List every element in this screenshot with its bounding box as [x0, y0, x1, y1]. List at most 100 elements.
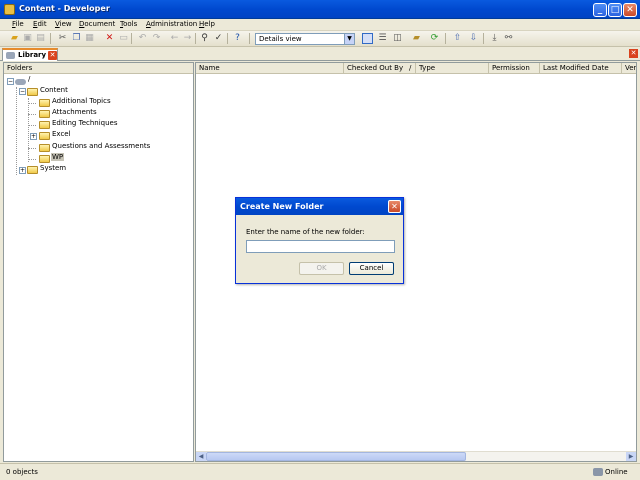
menu-administration[interactable]: Administration — [146, 20, 197, 28]
dialog-titlebar: Create New Folder ✕ — [236, 198, 403, 215]
find-icon[interactable]: ⚲ — [199, 33, 210, 44]
scroll-left-icon[interactable]: ◀ — [196, 452, 206, 461]
app-icon — [4, 4, 15, 15]
scroll-thumb[interactable] — [206, 452, 466, 461]
collapse-content-icon[interactable]: − — [19, 88, 26, 95]
tree-line — [28, 125, 36, 126]
folder-icon — [39, 144, 50, 152]
scroll-right-icon[interactable]: ▶ — [626, 452, 636, 461]
tree-line — [28, 148, 36, 149]
folder-icon — [39, 110, 50, 118]
connection-status: Online — [605, 468, 628, 476]
column-header-sort-indicator[interactable]: / — [407, 63, 416, 74]
tree-line — [28, 114, 36, 115]
help-icon[interactable]: ? — [232, 33, 243, 44]
toolbar-separator — [195, 33, 196, 44]
tree-item-system[interactable]: System — [40, 164, 66, 172]
folder-open-icon — [39, 155, 50, 163]
tree-root-label[interactable]: / — [28, 75, 30, 83]
list-view-icon[interactable]: ☰ — [377, 33, 388, 44]
window-title: Content - Developer — [19, 4, 110, 13]
toolbar-separator — [50, 33, 51, 44]
folder-icon — [39, 132, 50, 140]
folder-icon — [27, 166, 38, 174]
tree-line — [16, 87, 17, 175]
folders-pane: Folders − / − Content Additional Topics … — [3, 62, 194, 462]
details-view-icon[interactable] — [362, 33, 373, 44]
cut-icon[interactable]: ✂ — [57, 33, 68, 44]
column-header-name[interactable]: Name — [196, 63, 344, 74]
document-tab-strip: Library ✕ — [0, 47, 640, 61]
folder-name-input[interactable] — [246, 240, 395, 253]
forward-icon[interactable]: → — [182, 33, 193, 44]
menu-tools[interactable]: Tools — [120, 20, 137, 28]
repository-icon — [15, 79, 26, 85]
expand-system-icon[interactable]: + — [19, 167, 26, 174]
tree-line — [28, 159, 36, 160]
minimize-button[interactable]: _ — [593, 3, 607, 17]
split-view-icon[interactable]: ◫ — [392, 33, 403, 44]
close-tab-icon[interactable]: ✕ — [48, 51, 57, 60]
column-header-type[interactable]: Type — [416, 63, 489, 74]
menu-help[interactable]: Help — [199, 20, 215, 28]
ok-button[interactable]: OK — [299, 262, 344, 275]
view-mode-select[interactable]: Details view ▼ — [255, 33, 355, 45]
print-icon[interactable]: ▤ — [35, 33, 46, 44]
tree-item-attachments[interactable]: Attachments — [52, 108, 97, 116]
maximize-button[interactable]: □ — [608, 3, 622, 17]
toolbar-separator — [131, 33, 132, 44]
horizontal-scrollbar[interactable]: ◀ ▶ — [196, 451, 636, 461]
toolbar-separator — [249, 33, 250, 44]
close-pane-icon[interactable]: ✕ — [629, 49, 638, 58]
menu-edit[interactable]: Edit — [33, 20, 47, 28]
menu-bar: File Edit View Document Tools Administra… — [0, 19, 640, 31]
chevron-down-icon[interactable]: ▼ — [344, 34, 354, 44]
tree-item-editing-techniques[interactable]: Editing Techniques — [52, 119, 118, 127]
cancel-button[interactable]: Cancel — [349, 262, 394, 275]
link-icon[interactable]: ⚯ — [503, 33, 514, 44]
dialog-close-button[interactable]: ✕ — [388, 200, 401, 213]
library-icon — [6, 52, 15, 59]
spellcheck-icon[interactable]: ✓ — [213, 33, 224, 44]
tree-line — [28, 98, 29, 162]
paste-icon[interactable]: ▦ — [84, 33, 95, 44]
window-titlebar: Content - Developer _ □ ✕ — [0, 0, 640, 19]
save-icon[interactable]: ▣ — [22, 33, 33, 44]
toolbar: ▰ ▣ ▤ ✂ ❐ ▦ ✕ ▭ ↶ ↷ ← → ⚲ ✓ ? Details vi… — [0, 31, 640, 47]
folder-name-prompt: Enter the name of the new folder: — [246, 228, 365, 236]
check-in-icon[interactable]: ⇧ — [452, 33, 463, 44]
tree-line — [28, 103, 36, 104]
tree-item-additional-topics[interactable]: Additional Topics — [52, 97, 111, 105]
expand-excel-icon[interactable]: + — [30, 133, 37, 140]
undo-icon[interactable]: ↶ — [137, 33, 148, 44]
tree-item-content[interactable]: Content — [40, 86, 68, 94]
folder-icon — [39, 99, 50, 107]
menu-file[interactable]: File — [12, 20, 24, 28]
tree-item-questions-and-assessments[interactable]: Questions and Assessments — [52, 142, 150, 150]
properties-icon[interactable]: ▭ — [118, 33, 129, 44]
tree-item-excel[interactable]: Excel — [52, 130, 71, 138]
column-header-version[interactable]: Ver — [622, 63, 636, 74]
toolbar-separator — [483, 33, 484, 44]
close-window-button[interactable]: ✕ — [623, 3, 637, 17]
refresh-icon[interactable]: ⟳ — [429, 33, 440, 44]
tree-item-wp[interactable]: WP — [51, 153, 65, 161]
copy-icon[interactable]: ❐ — [71, 33, 82, 44]
tab-library[interactable]: Library ✕ — [2, 48, 58, 61]
column-header-last-modified-date[interactable]: Last Modified Date — [540, 63, 622, 74]
toolbar-separator — [227, 33, 228, 44]
menu-view[interactable]: View — [55, 20, 72, 28]
folder-up-icon[interactable]: ▰ — [411, 33, 422, 44]
redo-icon[interactable]: ↷ — [151, 33, 162, 44]
delete-icon[interactable]: ✕ — [104, 33, 115, 44]
back-icon[interactable]: ← — [169, 33, 180, 44]
column-header-checked-out-by[interactable]: Checked Out By — [344, 63, 407, 74]
new-folder-icon[interactable]: ▰ — [9, 33, 20, 44]
view-mode-value: Details view — [259, 35, 302, 43]
check-out-icon[interactable]: ⇩ — [468, 33, 479, 44]
column-header-permission[interactable]: Permission — [489, 63, 540, 74]
collapse-root-icon[interactable]: − — [7, 78, 14, 85]
import-icon[interactable]: ⤓ — [489, 33, 500, 44]
menu-document[interactable]: Document — [79, 20, 115, 28]
create-folder-dialog: Create New Folder ✕ Enter the name of th… — [235, 197, 404, 284]
